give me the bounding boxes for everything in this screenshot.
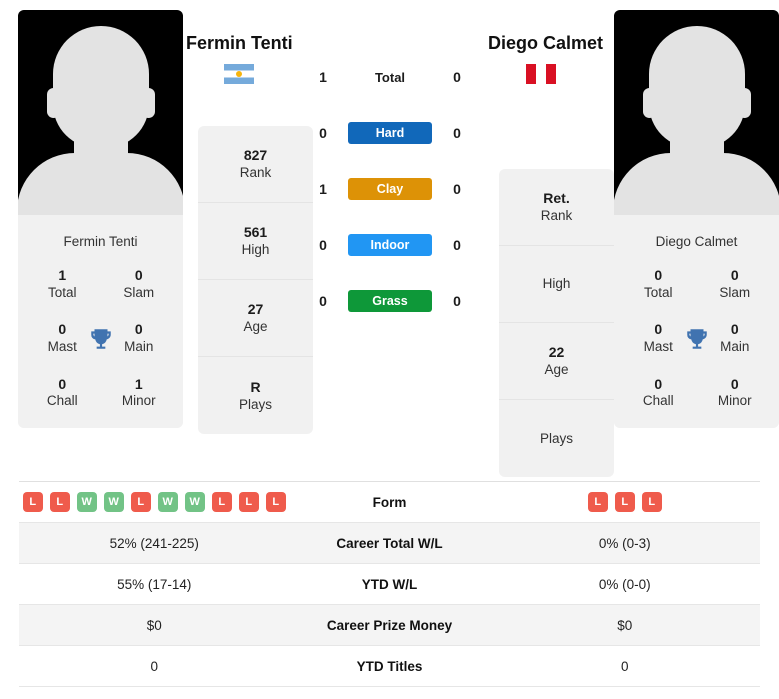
avatar-body-icon bbox=[614, 153, 779, 215]
trophy-icon bbox=[90, 328, 111, 349]
h2h-comparison-page: Fermin Tenti 1 Total 0 Slam 0 Mast 0 Mai… bbox=[0, 0, 779, 699]
right-titles-grid: 0 Total 0 Slam 0 Mast 0 Main 0 Chall 0 M… bbox=[620, 267, 773, 410]
form-badge-w: W bbox=[157, 492, 178, 512]
form-badge-l: L bbox=[49, 492, 70, 512]
left-stat-rank: 827 Rank bbox=[198, 126, 313, 203]
right-title-total: 0 Total bbox=[643, 267, 673, 300]
left-title-slam: 0 Slam bbox=[123, 267, 155, 300]
h2h-grass-bar[interactable]: Grass bbox=[348, 290, 432, 312]
left-ytd-wl: 55% (17-14) bbox=[117, 576, 192, 592]
right-ytd-wl: 0% (0-0) bbox=[598, 576, 651, 592]
avatar-body-icon bbox=[18, 153, 183, 215]
h2h-row-total: 1 Total 0 bbox=[300, 60, 480, 94]
right-player-info: Diego Calmet 0 Total 0 Slam 0 Mast 0 Mai… bbox=[614, 218, 779, 429]
right-form-badges: LLL bbox=[490, 492, 761, 512]
h2h-hard-left-score: 0 bbox=[319, 125, 327, 141]
table-row-ytd-wl: 55% (17-14) YTD W/L 0% (0-0) bbox=[19, 564, 760, 605]
h2h-row-clay: 1 Clay 0 bbox=[300, 172, 480, 206]
h2h-grass-right-score: 0 bbox=[453, 293, 461, 309]
row-label-ytd-wl: YTD W/L bbox=[361, 576, 418, 592]
right-player-photo bbox=[614, 10, 779, 215]
avatar-ear-right-icon bbox=[737, 88, 751, 118]
left-career-total-wl: 52% (241-225) bbox=[109, 535, 199, 551]
left-title-chall: 0 Chall bbox=[46, 375, 78, 409]
right-career-total-wl: 0% (0-3) bbox=[598, 535, 651, 551]
h2h-indoor-left-score: 0 bbox=[319, 237, 327, 253]
h2h-total-left-score: 1 bbox=[319, 69, 327, 85]
left-career-prize-money: $0 bbox=[146, 617, 162, 633]
form-badge-l: L bbox=[587, 492, 608, 512]
right-stat-rank: Ret. Rank bbox=[499, 169, 614, 246]
right-stat-high: High bbox=[499, 246, 614, 323]
left-ytd-titles: 0 bbox=[150, 658, 158, 674]
form-badge-w: W bbox=[184, 492, 205, 512]
h2h-indoor-right-score: 0 bbox=[453, 237, 461, 253]
h2h-row-indoor: 0 Indoor 0 bbox=[300, 228, 480, 262]
right-title-slam: 0 Slam bbox=[719, 267, 751, 300]
left-title-total: 1 Total bbox=[47, 267, 77, 300]
center-h2h-column bbox=[313, 0, 499, 10]
form-badge-l: L bbox=[265, 492, 286, 512]
h2h-clay-bar[interactable]: Clay bbox=[348, 178, 432, 200]
h2h-clay-right-score: 0 bbox=[453, 181, 461, 197]
left-form-cell: LLWWLWWLLL bbox=[19, 492, 290, 512]
right-form-cell: LLL bbox=[490, 492, 761, 512]
h2h-total-label: Total bbox=[374, 69, 406, 85]
right-player-name-small: Diego Calmet bbox=[655, 234, 738, 249]
left-stat-plays: R Plays bbox=[238, 378, 272, 412]
trophy-icon bbox=[686, 328, 707, 349]
form-badge-l: L bbox=[211, 492, 232, 512]
left-player-photo bbox=[18, 10, 183, 215]
left-titles-grid: 1 Total 0 Slam 0 Mast 0 Main 0 Chall 1 M… bbox=[24, 267, 177, 410]
table-row-career-prize-money: $0 Career Prize Money $0 bbox=[19, 605, 760, 646]
left-stats-column: 827 Rank 561 High 27 Age R Plays bbox=[198, 126, 313, 434]
argentina-flag-icon bbox=[224, 64, 254, 84]
avatar-ear-left-icon bbox=[642, 88, 656, 118]
row-label-career-total-wl: Career Total W/L bbox=[336, 535, 443, 551]
form-badge-w: W bbox=[76, 492, 97, 512]
row-label-form: Form bbox=[372, 494, 407, 510]
avatar-ear-right-icon bbox=[141, 88, 155, 118]
row-label-ytd-titles: YTD Titles bbox=[356, 658, 423, 674]
h2h-clay-left-score: 1 bbox=[319, 181, 327, 197]
left-stat-high: 561 High bbox=[198, 203, 313, 280]
right-career-prize-money: $0 bbox=[617, 617, 633, 633]
left-player-name-small: Fermin Tenti bbox=[63, 234, 138, 249]
h2h-indoor-bar[interactable]: Indoor bbox=[348, 234, 432, 256]
table-row-form: LLWWLWWLLL Form LLL bbox=[19, 482, 760, 523]
right-ytd-titles: 0 bbox=[620, 658, 629, 674]
right-stat-plays: Plays bbox=[539, 430, 573, 446]
left-title-minor: 1 Minor bbox=[121, 375, 156, 409]
peru-flag-icon bbox=[526, 64, 556, 84]
avatar-ear-left-icon bbox=[46, 88, 60, 118]
table-row-ytd-titles: 0 YTD Titles 0 bbox=[19, 646, 760, 687]
form-badge-l: L bbox=[22, 492, 43, 512]
h2h-surface-list: 1 Total 0 0 Hard 0 1 Clay 0 0 Indoor 0 0… bbox=[300, 60, 480, 340]
h2h-hard-right-score: 0 bbox=[453, 125, 461, 141]
right-title-chall: 0 Chall bbox=[642, 375, 674, 409]
right-title-minor: 0 Minor bbox=[717, 375, 752, 409]
form-badge-w: W bbox=[103, 492, 124, 512]
table-row-career-total-wl: 52% (241-225) Career Total W/L 0% (0-3) bbox=[19, 523, 760, 564]
h2h-total-right-score: 0 bbox=[453, 69, 461, 85]
row-label-career-prize-money: Career Prize Money bbox=[326, 617, 453, 633]
right-stats-column: Ret. Rank High 22 Age Plays bbox=[499, 169, 614, 477]
h2h-hard-bar[interactable]: Hard bbox=[348, 122, 432, 144]
left-player-info: Fermin Tenti 1 Total 0 Slam 0 Mast 0 Mai… bbox=[18, 218, 183, 429]
form-badge-l: L bbox=[238, 492, 259, 512]
h2h-row-hard: 0 Hard 0 bbox=[300, 116, 480, 150]
comparison-stats-table: LLWWLWWLLL Form LLL 52% (241-225) Career… bbox=[19, 481, 760, 687]
form-badge-l: L bbox=[641, 492, 662, 512]
right-stat-age: 22 Age bbox=[499, 323, 614, 400]
left-form-badges: LLWWLWWLLL bbox=[19, 492, 290, 512]
h2h-row-grass: 0 Grass 0 bbox=[300, 284, 480, 318]
form-badge-l: L bbox=[614, 492, 635, 512]
left-stat-age: 27 Age bbox=[198, 280, 313, 357]
form-badge-l: L bbox=[130, 492, 151, 512]
h2h-grass-left-score: 0 bbox=[319, 293, 327, 309]
